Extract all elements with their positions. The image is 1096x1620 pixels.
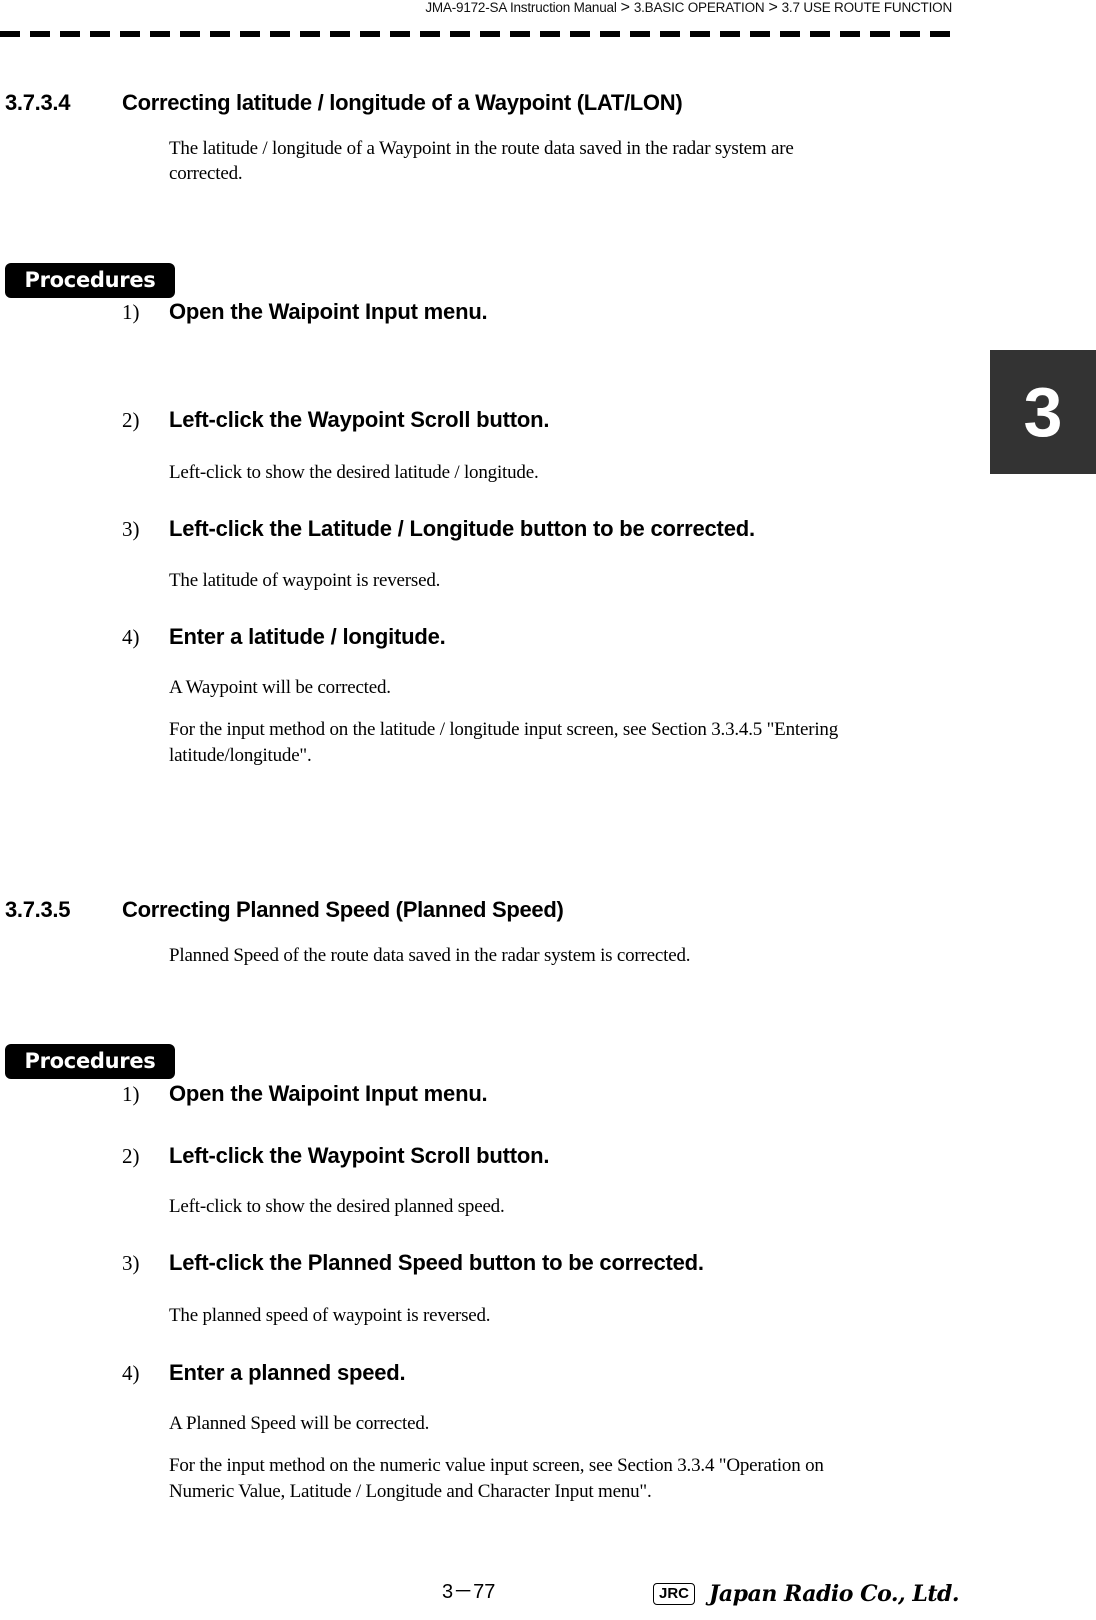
page-number: 3－77: [442, 1581, 496, 1603]
step-instruction: Open the Waipoint Input menu.: [169, 299, 488, 324]
step-instruction: Open the Waipoint Input menu.: [169, 1081, 488, 1106]
breadcrumb-manual: JMA-9172-SA Instruction Manual: [425, 0, 617, 15]
step-number: 2): [122, 1144, 140, 1168]
page-header-breadcrumb: JMA-9172-SA Instruction Manual >3.BASIC O…: [0, 0, 952, 16]
section-intro-line: corrected.: [169, 163, 243, 184]
step-number: 2): [122, 408, 140, 432]
step-number: 3): [122, 517, 140, 541]
procedures-badge: Procedures: [5, 263, 175, 298]
step-note: Left-click to show the desired planned s…: [169, 1196, 505, 1217]
step-note: For the input method on the numeric valu…: [169, 1455, 824, 1476]
section-number: 3.7.3.5: [5, 897, 71, 922]
section-title: Correcting Planned Speed (Planned Speed): [122, 897, 564, 922]
step-number: 1): [122, 1082, 140, 1106]
section-number: 3.7.3.4: [5, 90, 71, 115]
step-note: The latitude of waypoint is reversed.: [169, 570, 441, 591]
section-heading-3-7-3-5: 3.7.3.5 Correcting Planned Speed (Planne…: [0, 897, 950, 923]
jrc-logo-badge: JRC: [653, 1583, 696, 1605]
step-note: Numeric Value, Latitude / Longitude and …: [169, 1481, 652, 1502]
company-logo: JRC Japan Radio Co., Ltd.: [653, 1581, 960, 1607]
company-name: Japan Radio Co., Ltd.: [709, 1581, 960, 1607]
step-number: 4): [122, 625, 140, 649]
step-instruction: Left-click the Waypoint Scroll button.: [169, 407, 550, 432]
header-dashed-rule: [0, 31, 952, 37]
breadcrumb-separator: >: [768, 0, 778, 16]
step-instruction: Enter a latitude / longitude.: [169, 624, 446, 649]
chapter-tab: 3: [990, 350, 1096, 474]
step-note: Left-click to show the desired latitude …: [169, 462, 539, 483]
step-number: 4): [122, 1361, 140, 1385]
procedures-badge: Procedures: [5, 1044, 175, 1079]
step-note: latitude/longitude".: [169, 745, 312, 766]
breadcrumb-separator: >: [620, 0, 630, 16]
breadcrumb-chapter: 3.BASIC OPERATION: [633, 0, 765, 15]
step-number: 1): [122, 300, 140, 324]
breadcrumb-section: 3.7 USE ROUTE FUNCTION: [781, 0, 953, 15]
step-instruction: Enter a planned speed.: [169, 1360, 406, 1385]
step-instruction: Left-click the Latitude / Longitude butt…: [169, 516, 755, 541]
step-note: The planned speed of waypoint is reverse…: [169, 1305, 491, 1326]
section-intro-line: The latitude / longitude of a Waypoint i…: [169, 138, 794, 159]
step-instruction: Left-click the Planned Speed button to b…: [169, 1250, 704, 1275]
section-title: Correcting latitude / longitude of a Way…: [122, 90, 683, 115]
step-number: 3): [122, 1251, 140, 1275]
step-instruction: Left-click the Waypoint Scroll button.: [169, 1143, 550, 1168]
section-intro-line: Planned Speed of the route data saved in…: [169, 945, 691, 966]
step-note: A Waypoint will be corrected.: [169, 677, 391, 698]
step-note: A Planned Speed will be corrected.: [169, 1413, 430, 1434]
step-note: For the input method on the latitude / l…: [169, 719, 839, 740]
section-heading-3-7-3-4: 3.7.3.4 Correcting latitude / longitude …: [0, 90, 950, 116]
